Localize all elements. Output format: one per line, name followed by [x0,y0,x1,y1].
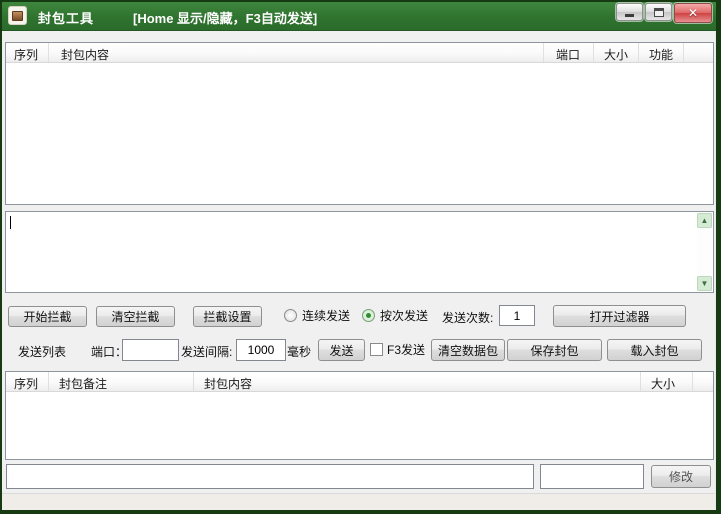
save-packet-button[interactable]: 保存封包 [507,339,602,361]
status-bar [0,493,721,511]
radio-send-by-count[interactable]: 按次发送 [362,307,428,324]
clear-capture-button[interactable]: 清空拦截 [96,306,175,327]
open-filter-button[interactable]: 打开过滤器 [553,305,686,327]
port-input[interactable] [122,339,179,361]
f3-checkbox-label: F3发送 [387,343,426,357]
send-table-body[interactable] [6,392,713,459]
send-table-header: 序列 封包备注 封包内容 大小 [6,372,713,392]
capture-settings-button[interactable]: 拦截设置 [193,306,262,327]
minimize-button[interactable] [616,3,643,21]
send-interval-label: 发送间隔: [181,345,233,359]
send-col-sequence[interactable]: 序列 [6,372,49,391]
edit-scrollbar: ▲ ▼ [697,213,712,291]
frame-highlight [715,31,716,510]
scroll-down-button[interactable]: ▼ [697,276,712,291]
window-title: 封包工具 [38,11,95,26]
load-packet-button[interactable]: 载入封包 [607,339,702,361]
app-window: 封包工具 [Home 显示/隐藏，F3自动发送] ✕ 序列 封包内容 端口 大小… [0,0,721,514]
start-capture-button[interactable]: 开始拦截 [8,306,87,327]
close-button[interactable]: ✕ [674,3,712,23]
send-interval-input[interactable] [236,339,286,361]
send-count-label: 发送次数: [442,311,494,325]
send-count-input[interactable] [499,305,535,326]
scroll-track[interactable] [697,228,712,276]
capture-col-port[interactable]: 端口 [544,43,594,62]
titlebar[interactable]: 封包工具 [Home 显示/隐藏，F3自动发送] ✕ [0,0,721,31]
send-button[interactable]: 发送 [318,339,365,361]
send-table: 序列 封包备注 封包内容 大小 [5,371,714,460]
scroll-up-button[interactable]: ▲ [697,213,712,228]
minimize-icon [625,14,634,17]
send-col-content[interactable]: 封包内容 [194,372,641,391]
radio-continuous-circle [284,309,297,322]
radio-continuous-label: 连续发送 [302,309,351,323]
capture-table-body[interactable] [6,63,713,204]
radio-by-count-circle-selected [362,309,375,322]
send-col-remark[interactable]: 封包备注 [49,372,194,391]
window-subtitle: [Home 显示/隐藏，F3自动发送] [133,11,318,26]
capture-col-content[interactable]: 封包内容 [49,43,544,62]
clear-packets-button[interactable]: 清空数据包 [431,339,505,361]
f3-send-checkbox[interactable]: F3发送 [370,341,425,358]
maximize-button[interactable] [645,3,672,21]
modify-button[interactable]: 修改 [651,465,711,488]
milliseconds-label: 毫秒 [287,345,312,359]
send-col-size[interactable]: 大小 [641,372,693,391]
radio-continuous-send[interactable]: 连续发送 [284,307,350,324]
capture-col-filler [684,43,713,62]
radio-by-count-label: 按次发送 [380,309,429,323]
capture-table: 序列 封包内容 端口 大小 功能 [5,42,714,205]
capture-col-sequence[interactable]: 序列 [6,43,49,62]
maximize-icon [653,7,664,17]
send-list-label: 发送列表 [18,345,67,359]
scroll-down-icon: ▼ [700,279,709,288]
packet-note-input[interactable] [540,464,644,489]
packet-edit-area[interactable]: ▲ ▼ [5,211,714,293]
close-icon: ✕ [687,6,699,20]
packet-content-input[interactable] [6,464,534,489]
send-col-filler [693,372,713,391]
f3-checkbox-box [370,343,383,356]
capture-col-size[interactable]: 大小 [594,43,639,62]
text-caret [10,216,11,229]
app-icon [8,6,27,25]
package-icon [12,10,23,21]
capture-table-header: 序列 封包内容 端口 大小 功能 [6,43,713,63]
scroll-up-icon: ▲ [700,216,709,225]
capture-col-function[interactable]: 功能 [639,43,684,62]
